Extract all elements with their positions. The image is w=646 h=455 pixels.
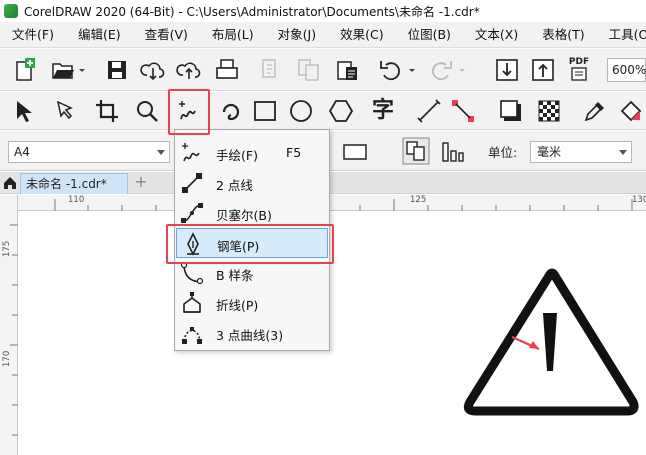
publish-pdf-icon[interactable]: PDF — [566, 57, 592, 83]
window-title: CorelDRAW 2020 (64-Bit) - C:\Users\Admin… — [24, 4, 480, 19]
interactive-fill-tool-icon[interactable] — [618, 98, 644, 124]
landscape-orientation-icon[interactable] — [342, 139, 368, 165]
pen-item-highlight — [166, 224, 334, 264]
paste-icon[interactable] — [334, 57, 360, 83]
coreldraw-logo-icon — [4, 4, 18, 18]
menu-object[interactable]: 对象(J) — [266, 22, 328, 48]
menu-bitmaps[interactable]: 位图(B) — [396, 22, 463, 48]
cloud-upload-icon[interactable] — [176, 57, 202, 83]
eyedropper-tool-icon[interactable] — [582, 98, 608, 124]
document-tab[interactable]: 未命名 -1.cdr* — [20, 173, 128, 194]
menu-table[interactable]: 表格(T) — [530, 22, 596, 48]
undo-icon[interactable] — [378, 57, 404, 83]
redo-dropdown-icon — [459, 69, 465, 72]
menu-view[interactable]: 查看(V) — [133, 22, 200, 48]
units-value: 毫米 — [537, 145, 562, 159]
ruler-label-125: 125 — [410, 195, 427, 205]
bezier-icon — [181, 203, 203, 223]
redo-icon — [432, 61, 452, 81]
page-size-dropdown-icon — [157, 150, 165, 155]
text-tool-icon[interactable]: 字 — [370, 98, 396, 124]
parallel-dimension-tool-icon[interactable] — [416, 98, 442, 124]
crop-tool-icon[interactable] — [94, 98, 120, 124]
ruler-label-110: 110 — [68, 195, 85, 205]
b-spline-icon — [180, 261, 204, 285]
drop-shadow-tool-icon[interactable] — [498, 98, 524, 124]
vertical-ruler[interactable]: 175 170 — [0, 195, 18, 455]
page-size-value: A4 — [14, 145, 30, 159]
artistic-media-tool-icon[interactable] — [218, 98, 244, 124]
flyout-shortcut-freehand: F5 — [286, 145, 302, 160]
shape-tool-icon[interactable] — [52, 98, 78, 124]
toolbox: 字 — [0, 92, 646, 130]
cut-icon — [262, 59, 276, 78]
three-point-curve-icon — [182, 327, 202, 344]
units-dropdown-icon — [619, 150, 627, 155]
units-label: 单位: — [488, 145, 518, 160]
horizontal-ruler-ticks — [54, 199, 633, 211]
save-icon[interactable] — [104, 57, 130, 83]
flyout-item-polyline[interactable]: 折线(P) — [176, 288, 328, 318]
ruler-label-170: 170 — [2, 350, 12, 367]
pdf-label: PDF — [568, 57, 590, 67]
polyline-icon — [183, 292, 201, 313]
all-pages-icon[interactable] — [402, 137, 430, 165]
open-folder-icon[interactable] — [50, 57, 76, 83]
pdf-document-icon — [571, 67, 587, 81]
freehand-icon — [182, 143, 200, 162]
zoom-level-field[interactable]: 600% — [607, 58, 646, 82]
title-bar: CorelDRAW 2020 (64-Bit) - C:\Users\Admin… — [0, 0, 646, 22]
flyout-label-2-point-line: 2 点线 — [216, 178, 253, 193]
copy-icon — [298, 59, 319, 81]
flyout-label-freehand: 手绘(F) — [216, 148, 258, 163]
menu-text[interactable]: 文本(X) — [463, 22, 530, 48]
freehand-tool-highlight — [168, 89, 210, 135]
menu-layout[interactable]: 布局(L) — [200, 22, 266, 48]
cloud-download-icon[interactable] — [140, 57, 166, 83]
menu-effects[interactable]: 效果(C) — [328, 22, 395, 48]
two-point-line-icon — [182, 173, 202, 193]
new-document-icon[interactable] — [12, 57, 38, 83]
menu-file[interactable]: 文件(F) — [0, 22, 66, 48]
menu-tools[interactable]: 工具(O) — [597, 22, 646, 48]
page-size-select[interactable]: A4 — [8, 141, 170, 163]
home-icon[interactable] — [3, 176, 17, 190]
print-icon[interactable] — [214, 57, 240, 83]
menu-edit[interactable]: 编辑(E) — [66, 22, 133, 48]
menu-bar: 文件(F) 编辑(E) 查看(V) 布局(L) 对象(J) 效果(C) 位图(B… — [0, 22, 646, 48]
flyout-item-freehand[interactable]: 手绘(F) F5 — [176, 138, 328, 168]
flyout-item-2-point-line[interactable]: 2 点线 — [176, 168, 328, 198]
units-select[interactable]: 毫米 — [530, 141, 632, 163]
pick-tool-icon[interactable] — [10, 98, 36, 124]
zoom-tool-icon[interactable] — [134, 98, 160, 124]
import-icon[interactable] — [494, 57, 520, 83]
flyout-label-b-spline: B 样条 — [216, 268, 254, 283]
horizontal-ruler[interactable]: 110 125 130 — [18, 195, 646, 211]
connector-tool-icon[interactable] — [450, 98, 476, 124]
undo-dropdown-icon[interactable] — [406, 57, 418, 83]
flyout-label-3-point-curve: 3 点曲线(3) — [216, 328, 284, 343]
ruler-label-130: 130 — [632, 195, 646, 205]
ruler-label-175: 175 — [2, 240, 12, 257]
transparency-tool-icon[interactable] — [536, 98, 562, 124]
flyout-item-3-point-curve[interactable]: 3 点曲线(3) — [176, 318, 328, 348]
polygon-tool-icon[interactable] — [328, 98, 354, 124]
standard-toolbar: PDF — [0, 49, 646, 91]
open-dropdown-icon[interactable] — [76, 57, 88, 83]
rectangle-tool-icon[interactable] — [252, 98, 278, 124]
current-page-icon[interactable] — [440, 139, 466, 165]
vertical-ruler-ticks — [10, 224, 18, 436]
flyout-label-bezier: 贝塞尔(B) — [216, 208, 272, 223]
add-tab-button[interactable]: + — [132, 174, 150, 192]
export-icon[interactable] — [530, 57, 556, 83]
ellipse-tool-icon[interactable] — [288, 98, 314, 124]
flyout-label-polyline: 折线(P) — [216, 298, 259, 313]
